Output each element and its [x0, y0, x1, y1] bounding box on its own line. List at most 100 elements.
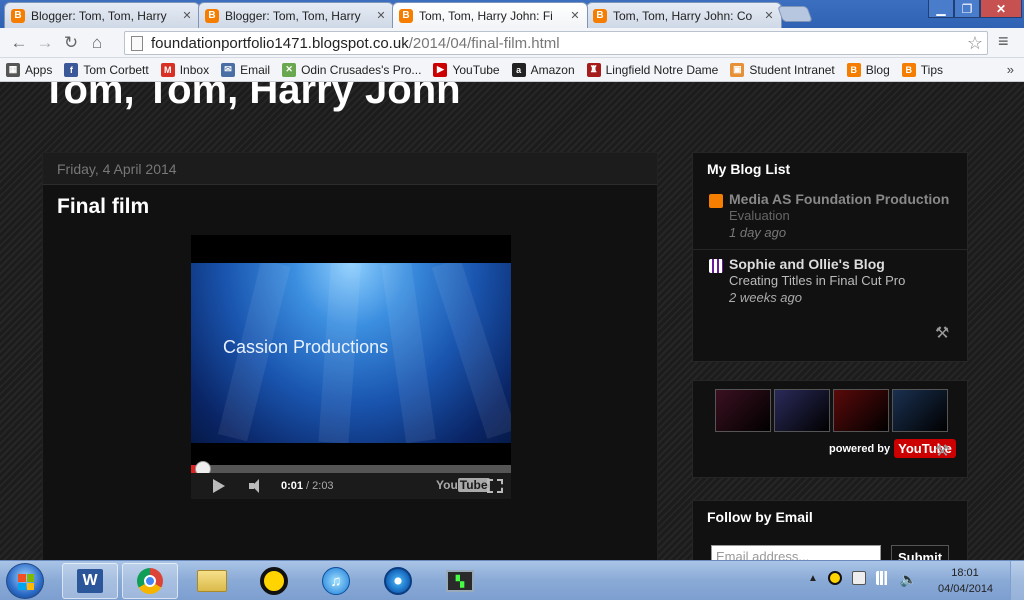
blogger-icon	[709, 194, 723, 208]
bookmark-tips[interactable]: B Tips	[901, 62, 943, 77]
embedded-video-player[interactable]: Cassion Productions 0:01 / 2:03 You Tube	[191, 235, 511, 499]
bookmark-student-intranet[interactable]: ▣ Student Intranet	[730, 62, 835, 77]
video-frame[interactable]: Cassion Productions	[191, 263, 511, 443]
youtube-thumbnail[interactable]	[715, 389, 771, 432]
play-icon[interactable]	[213, 479, 225, 493]
forward-arrow-icon[interactable]: →	[32, 31, 58, 55]
reload-icon[interactable]: ↻	[58, 31, 84, 55]
tab-blogger-2[interactable]: B Blogger: Tom, Tom, Harry ✕	[198, 2, 394, 28]
facebook-icon: f	[64, 62, 79, 77]
bookmark-label: YouTube	[452, 62, 500, 77]
close-icon[interactable]: ✕	[375, 9, 387, 22]
blog-list-title: My Blog List	[707, 161, 791, 177]
bookmarks-overflow-icon[interactable]: »	[1007, 62, 1014, 77]
logo-tube: Tube	[457, 478, 490, 492]
youtube-thumbnail[interactable]	[833, 389, 889, 432]
close-icon[interactable]: ✕	[569, 9, 581, 22]
back-arrow-icon[interactable]: ←	[6, 31, 32, 55]
blog-list-post[interactable]: Creating Titles in Final Cut Pro	[729, 272, 953, 289]
school-crest-icon: ♜	[586, 62, 601, 77]
network-signal-icon[interactable]	[875, 571, 890, 585]
bookmark-label: Lingfield Notre Dame	[605, 62, 719, 77]
tray-expand-icon[interactable]: ▲	[808, 573, 818, 584]
video-progress-bar[interactable]	[191, 465, 511, 473]
close-icon[interactable]: ✕	[763, 9, 775, 22]
volume-icon[interactable]	[249, 479, 267, 493]
window-close-button[interactable]: ✕	[980, 0, 1022, 18]
bookmark-label: Apps	[25, 62, 53, 77]
tab-blogger-1[interactable]: B Blogger: Tom, Tom, Harry ✕	[4, 2, 200, 28]
home-icon[interactable]: ⌂	[84, 31, 110, 55]
start-button[interactable]	[6, 563, 44, 599]
youtube-logo-icon[interactable]: You Tube	[436, 478, 490, 492]
bookmark-star-icon[interactable]: ☆	[967, 33, 983, 54]
bookmark-label: Amazon	[530, 62, 575, 77]
youtube-thumbnail[interactable]	[774, 389, 830, 432]
volume-tray-icon[interactable]: 🔈	[900, 571, 917, 587]
bookmark-tom-corbett[interactable]: f Tom Corbett	[64, 62, 149, 77]
chrome-app-icon[interactable]	[122, 563, 178, 599]
address-bar[interactable]: foundationportfolio1471.blogspot.co.uk/2…	[124, 31, 988, 55]
tab-label: Tom, Tom, Harry John: Co	[613, 8, 753, 23]
grid-favicon-icon	[709, 259, 723, 273]
bookmark-apps[interactable]: ▦ Apps	[6, 62, 53, 77]
fullscreen-icon[interactable]	[487, 479, 503, 493]
minimize-button[interactable]: ▁	[928, 0, 954, 18]
bookmark-amazon[interactable]: a Amazon	[511, 62, 575, 77]
tab-blog-other[interactable]: B Tom, Tom, Harry John: Co ✕	[586, 2, 782, 28]
new-tab-button[interactable]	[777, 6, 813, 22]
edit-tools-icon[interactable]: ⚒	[935, 441, 953, 460]
logo-you: You	[436, 478, 458, 492]
follow-by-email-widget: Follow by Email Email address... Submit	[692, 500, 968, 560]
bookmark-email[interactable]: ✉ Email	[221, 62, 271, 77]
word-app-icon[interactable]: W	[62, 563, 118, 599]
post-title[interactable]: Final film	[57, 195, 149, 219]
url-host: foundationportfolio1471.blogspot.co.uk	[151, 34, 409, 52]
url-path: /2014/04/final-film.html	[408, 34, 560, 52]
blog-title[interactable]: Tom, Tom, Harry John	[42, 82, 461, 113]
bookmark-label: Email	[240, 62, 271, 77]
blog-list-name[interactable]: Media AS Foundation Production	[729, 191, 953, 207]
bookmark-lingfield-notre-dame[interactable]: ♜ Lingfield Notre Dame	[586, 62, 719, 77]
windows-taskbar: W ♫ ▚ ▲ 🔈 18:01 04/04/2014	[0, 560, 1024, 600]
taskbar-clock[interactable]: 18:01 04/04/2014	[938, 565, 993, 597]
blog-list-time: 1 day ago	[729, 225, 787, 240]
windows-logo-icon	[18, 574, 34, 590]
itunes-app-icon[interactable]: ♫	[308, 563, 364, 599]
youtube-thumbnails	[693, 381, 967, 432]
maximize-button[interactable]: ❐	[954, 0, 980, 18]
media-app-icon[interactable]	[370, 563, 426, 599]
bookmark-odin-crusades-s-pro[interactable]: ✕ Odin Crusades's Pro...	[282, 62, 421, 77]
blog-list-time: 2 weeks ago	[729, 290, 802, 305]
file-explorer-icon[interactable]	[184, 563, 240, 599]
submit-button[interactable]: Submit	[891, 545, 949, 560]
bookmarks-bar: ▦ Apps f Tom Corbett M Inbox ✉ Email ✕ Odin Crusa…	[0, 58, 1024, 82]
browser-toolbar: ← → ↻ ⌂ foundationportfolio1471.blogspot…	[0, 28, 1024, 58]
usb-tray-icon[interactable]	[851, 571, 866, 585]
blog-list-post[interactable]: Evaluation	[729, 207, 953, 224]
chrome-menu-icon[interactable]: ≡	[998, 31, 1009, 52]
bookmark-label: Inbox	[179, 62, 210, 77]
norton-app-icon[interactable]	[246, 563, 302, 599]
youtube-thumbnail[interactable]	[892, 389, 948, 432]
follow-title: Follow by Email	[707, 509, 813, 525]
edit-tools-icon[interactable]: ⚒	[935, 323, 953, 342]
email-field[interactable]: Email address...	[711, 545, 881, 560]
bookmark-blog[interactable]: B Blog	[846, 62, 890, 77]
video-current-time: 0:01	[281, 480, 304, 492]
youtube-icon: ▶	[433, 62, 448, 77]
xbox-icon: ✕	[282, 62, 297, 77]
show-desktop-button[interactable]	[1010, 561, 1024, 600]
blog-list-widget: My Blog List Media AS Foundation Product…	[692, 152, 968, 362]
blog-list-name[interactable]: Sophie and Ollie's Blog	[729, 256, 953, 272]
norton-tray-icon[interactable]	[827, 571, 842, 585]
task-manager-icon[interactable]: ▚	[432, 563, 488, 599]
tab-label: Blogger: Tom, Tom, Harry	[225, 8, 361, 23]
tab-final-film[interactable]: B Tom, Tom, Harry John: Fi ✕	[392, 2, 588, 28]
close-icon[interactable]: ✕	[181, 9, 193, 22]
bookmark-inbox[interactable]: M Inbox	[160, 62, 210, 77]
blogger-icon: B	[205, 8, 219, 23]
blog-page: Tom, Tom, Harry John Friday, 4 April 201…	[0, 82, 1024, 560]
bookmark-youtube[interactable]: ▶ YouTube	[433, 62, 500, 77]
system-tray: ▲ 🔈	[808, 571, 927, 587]
